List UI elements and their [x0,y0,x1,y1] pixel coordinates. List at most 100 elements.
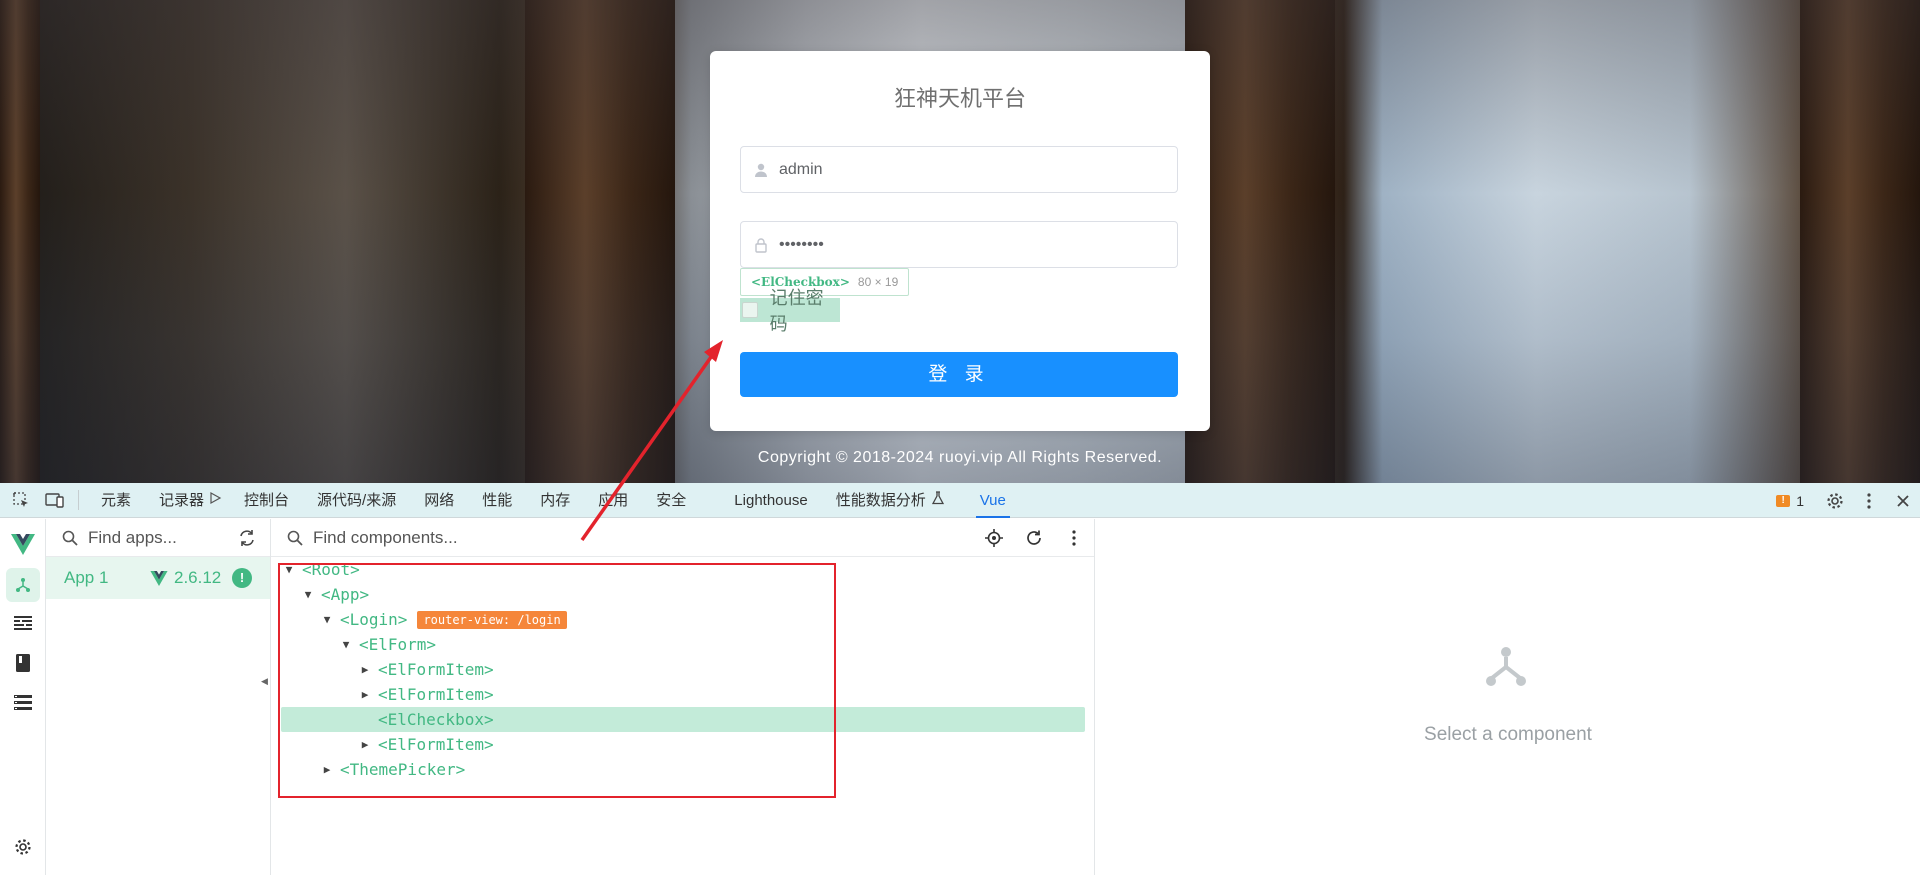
tree-node[interactable]: ▶ <ElFormItem> [271,732,1095,757]
app-version-number: 2.6.12 [174,568,222,587]
tree-node-label: <App> [321,585,370,604]
find-components-search[interactable]: Find components... [271,519,1094,557]
lock-icon [753,237,769,253]
refresh-apps-icon[interactable] [238,529,256,552]
tab-sources[interactable]: 源代码/来源 [303,483,410,518]
flask-icon [931,483,944,518]
tabbar-separator [78,490,79,510]
expand-arrow-open-icon[interactable]: ▼ [321,613,333,626]
user-icon [753,162,769,178]
tree-node-label: <Login> [340,610,408,629]
password-field[interactable]: •••••••• [740,221,1178,268]
vue-devtools-body: Find apps... App 1 2.6.12 ! ◀ Find compo… [0,519,1920,875]
device-toolbar-icon[interactable] [38,483,72,518]
routes-nav-button[interactable] [0,685,46,725]
tab-security[interactable]: 安全 [642,483,700,518]
tree-node[interactable]: ▼ <ElForm> [271,632,1095,657]
book-icon [16,653,30,677]
components-nav-button[interactable] [0,565,46,605]
tab-elements[interactable]: 元素 [87,483,145,518]
timeline-icon [14,615,32,635]
devtools-panel: 元素 记录器 控制台 源代码/来源 网络 性能 内存 应用 安全 Lightho… [0,483,1920,875]
devtools-tabbar: 元素 记录器 控制台 源代码/来源 网络 性能 内存 应用 安全 Lightho… [0,483,1920,518]
close-devtools-icon[interactable] [1886,483,1920,518]
tree-node-selected[interactable]: ▶<ElCheckbox> [281,707,1085,732]
issues-indicator[interactable]: ! 1 [1762,493,1818,509]
password-value: •••••••• [779,235,824,253]
issue-icon: ! [1776,494,1791,507]
component-tree-placeholder-icon [1484,645,1528,689]
more-options-icon[interactable] [1852,483,1886,518]
find-apps-placeholder: Find apps... [88,527,177,547]
select-component-target-icon[interactable] [974,519,1014,557]
tab-performance-insights[interactable]: 性能数据分析 [822,483,958,518]
collapse-panel-toggle[interactable]: ◀ [258,669,271,693]
component-tree: ▼ <Root> ▼ <App> ▼ <Login> router-view: /login… [271,557,1095,782]
tab-memory[interactable]: 内存 [526,483,584,518]
tab-lighthouse[interactable]: Lighthouse [720,483,821,518]
username-value: admin [779,160,823,178]
refresh-tree-icon[interactable] [1014,519,1054,557]
vue-version-icon [150,570,168,586]
tree-node-label: <ElFormItem> [378,735,494,754]
vue-logo-icon [0,525,46,565]
issues-count: 1 [1796,492,1804,509]
expand-arrow-closed-icon[interactable]: ▶ [321,763,333,776]
remember-password-label: 记住密码 [769,288,824,334]
search-icon [62,530,78,546]
expand-arrow-closed-icon[interactable]: ▶ [359,688,371,701]
tree-node[interactable]: ▶ <ThemePicker> [271,757,1095,782]
app-warning-badge[interactable]: ! [232,568,252,588]
tree-node[interactable]: ▶ <ElFormItem> [271,682,1095,707]
remember-password-checkbox[interactable]: 记住密码 [740,288,840,334]
select-component-hint: Select a component [1424,724,1592,745]
app-version: 2.6.12 [150,568,221,588]
tree-node-label: <ElCheckbox> [378,710,494,729]
tree-node-label: <ElFormItem> [378,685,494,704]
expand-arrow-closed-icon[interactable]: ▶ [359,663,371,676]
tab-performance-insights-label: 性能数据分析 [835,491,926,509]
tab-performance[interactable]: 性能 [468,483,526,518]
tab-recorder[interactable]: 记录器 [145,483,208,518]
devtools-right-controls: ! 1 [1762,483,1920,518]
component-details-panel: Select a component [1096,519,1920,875]
tab-vue[interactable]: Vue [966,483,1020,518]
login-title: 狂神天机平台 [893,86,1026,111]
inspector-dimensions: 80 × 19 [857,275,899,289]
tab-console[interactable]: 控制台 [230,483,303,518]
tree-node[interactable]: ▼ <Root> [271,557,1095,582]
inspect-element-icon[interactable] [4,483,38,518]
tab-recorder-icon[interactable] [208,483,230,518]
router-view-badge: router-view: /login [417,610,567,629]
app-name: App 1 [64,568,109,587]
tree-node[interactable]: ▶ <ElFormItem> [271,657,1095,682]
tree-node-label: <ElForm> [359,635,437,654]
settings-gear-icon[interactable] [1818,483,1852,518]
login-page-background: 狂神天机平台 admin •••••••• <ElCheckbox> 80 × … [0,0,1920,483]
login-button[interactable]: 登 录 [740,352,1178,397]
app-list-item[interactable]: App 1 2.6.12 ! [46,557,270,599]
checkbox-box[interactable] [742,302,758,318]
tree-node-label: <ElFormItem> [378,660,494,679]
expand-arrow-open-icon[interactable]: ▼ [302,588,314,601]
vuex-nav-button[interactable] [0,645,46,685]
tree-more-options-icon[interactable] [1054,519,1094,557]
tree-node-label: <Root> [302,560,360,579]
list-icon [14,694,32,716]
expand-arrow-open-icon[interactable]: ▼ [283,563,295,576]
tree-toolbar [974,519,1094,557]
expand-arrow-open-icon[interactable]: ▼ [340,638,352,651]
tree-node[interactable]: ▼ <Login> router-view: /login [271,607,1095,632]
tab-network[interactable]: 网络 [410,483,468,518]
find-apps-search[interactable]: Find apps... [46,519,270,557]
copyright-text: Copyright © 2018-2024 ruoyi.vip All Righ… [757,449,1163,466]
vue-settings-gear-icon[interactable] [0,827,46,867]
expand-arrow-closed-icon[interactable]: ▶ [359,738,371,751]
tree-node[interactable]: ▼ <App> [271,582,1095,607]
components-tree-panel: Find components... ▼ <Root> ▼ <App> ▼ <Login>… [271,519,1095,875]
find-components-placeholder: Find components... [313,527,458,547]
username-field[interactable]: admin [740,146,1178,193]
tab-application[interactable]: 应用 [584,483,642,518]
login-card: 狂神天机平台 admin •••••••• <ElCheckbox> 80 × … [710,51,1210,431]
timeline-nav-button[interactable] [0,605,46,645]
